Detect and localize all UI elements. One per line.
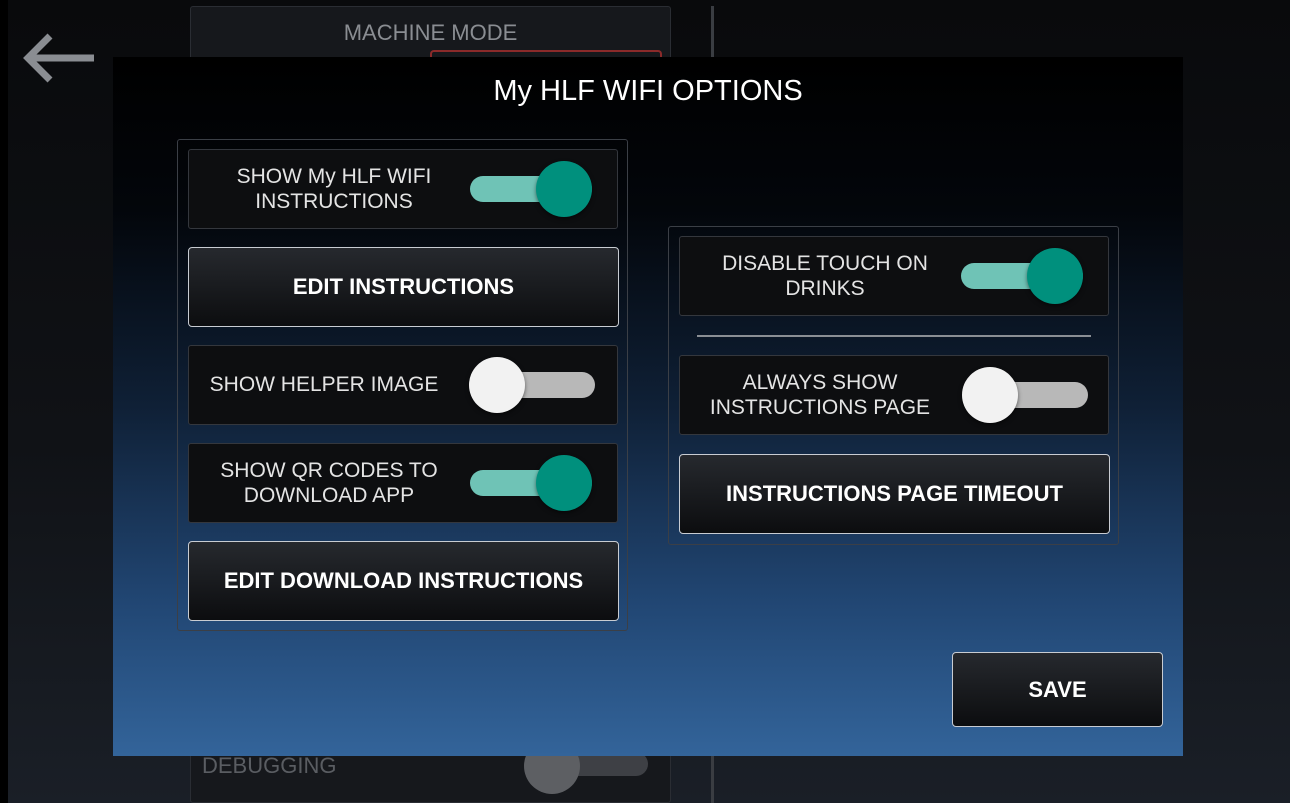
- always-show-row: ALWAYS SHOW INSTRUCTIONS PAGE: [679, 355, 1109, 435]
- save-button[interactable]: SAVE: [952, 652, 1163, 727]
- edit-download-instructions-button[interactable]: EDIT DOWNLOAD INSTRUCTIONS: [188, 541, 619, 621]
- show-qr-codes-toggle[interactable]: [466, 453, 596, 513]
- always-show-toggle[interactable]: [962, 365, 1092, 425]
- always-show-label: ALWAYS SHOW INSTRUCTIONS PAGE: [709, 370, 931, 419]
- left-options-group: SHOW My HLF WIFI INSTRUCTIONS EDIT INSTRU…: [177, 139, 628, 631]
- show-qr-codes-label: SHOW QR CODES TO DOWNLOAD APP: [220, 458, 438, 507]
- machine-mode-heading: MACHINE MODE: [343, 20, 518, 45]
- disable-touch-toggle[interactable]: [957, 246, 1087, 306]
- show-helper-image-toggle[interactable]: [469, 355, 599, 415]
- show-helper-image-label: SHOW HELPER IMAGE: [209, 373, 439, 397]
- edit-instructions-button[interactable]: EDIT INSTRUCTIONS: [188, 247, 619, 327]
- arrow-left-icon[interactable]: [22, 30, 98, 86]
- dialog-title: My HLF WIFI OPTIONS: [493, 75, 803, 107]
- instructions-page-timeout-button[interactable]: INSTRUCTIONS PAGE TIMEOUT: [679, 454, 1110, 534]
- toggle-thumb: [536, 455, 592, 511]
- wifi-options-dialog: My HLF WIFI OPTIONS SHOW My HLF WIFI INST…: [113, 57, 1183, 756]
- show-helper-image-row: SHOW HELPER IMAGE: [188, 345, 618, 425]
- debugging-label: DEBUGGING: [202, 753, 337, 778]
- show-instructions-label: SHOW My HLF WIFI INSTRUCTIONS: [236, 164, 432, 213]
- disable-touch-row: DISABLE TOUCH ON DRINKS: [679, 236, 1109, 316]
- toggle-thumb: [962, 367, 1018, 423]
- toggle-thumb: [469, 357, 525, 413]
- right-options-group: DISABLE TOUCH ON DRINKS ALWAYS SHOW INSTRU…: [668, 226, 1119, 545]
- show-instructions-row: SHOW My HLF WIFI INSTRUCTIONS: [188, 149, 618, 229]
- show-qr-codes-row: SHOW QR CODES TO DOWNLOAD APP: [188, 443, 618, 523]
- toggle-thumb: [1027, 248, 1083, 304]
- disable-touch-label: DISABLE TOUCH ON DRINKS: [722, 251, 928, 300]
- separator-line: [697, 335, 1091, 337]
- toggle-thumb: [536, 161, 592, 217]
- show-instructions-toggle[interactable]: [466, 159, 596, 219]
- left-edge-strip: [0, 0, 8, 803]
